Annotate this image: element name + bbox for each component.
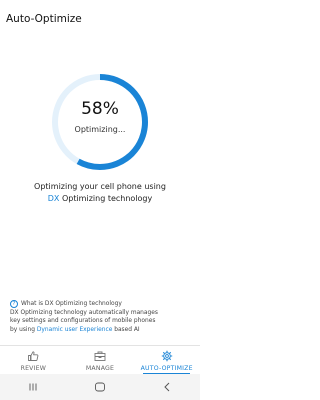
info-dynamic-link[interactable]: Dynamic user Experience bbox=[37, 327, 112, 333]
tab-review-label: REVIEW bbox=[20, 365, 47, 372]
optimizing-message: Optimizing your cell phone using DX Opti… bbox=[0, 181, 200, 205]
info-line-1: DX Optimizing technology automatically m… bbox=[10, 309, 158, 316]
info-body: DX Optimizing technology automatically m… bbox=[10, 309, 192, 335]
recents-button[interactable] bbox=[23, 380, 43, 394]
message-dx-highlight: DX bbox=[47, 194, 60, 203]
back-icon bbox=[163, 382, 169, 392]
system-nav-bar bbox=[0, 374, 200, 400]
page-title: Auto-Optimize bbox=[6, 13, 82, 25]
info-title: What is DX Optimizing technology bbox=[21, 301, 122, 307]
info-line-3-pre: by using bbox=[10, 326, 37, 333]
info-section: ? What is DX Optimizing technology DX Op… bbox=[10, 300, 192, 334]
recents-icon bbox=[29, 383, 37, 391]
bottom-tab-bar: REVIEW MANAGE AUTO-OPTIMIZE bbox=[0, 345, 200, 375]
message-line-2: DX Optimizing technology bbox=[0, 193, 200, 205]
info-title-row[interactable]: ? What is DX Optimizing technology bbox=[10, 300, 192, 309]
optimize-progress-gauge: 58% Optimizing... bbox=[48, 70, 152, 174]
back-button[interactable] bbox=[157, 380, 177, 394]
progress-percent: 58% bbox=[81, 99, 119, 119]
info-line-3: by using Dynamic user Experience based A… bbox=[10, 326, 192, 335]
tab-manage-label: MANAGE bbox=[85, 365, 115, 372]
tab-manage[interactable]: MANAGE bbox=[67, 346, 134, 374]
tab-auto-optimize-label: AUTO-OPTIMIZE bbox=[140, 365, 193, 372]
info-line-3-post: based AI bbox=[112, 326, 140, 333]
message-line-2-rest: Optimizing technology bbox=[59, 194, 153, 203]
home-button[interactable] bbox=[90, 380, 110, 394]
info-line-2: key settings and configurations of mobil… bbox=[10, 318, 156, 325]
tab-review[interactable]: REVIEW bbox=[0, 346, 67, 374]
tab-auto-optimize[interactable]: AUTO-OPTIMIZE bbox=[133, 346, 200, 375]
question-icon: ? bbox=[10, 300, 18, 309]
toolbox-icon bbox=[94, 351, 106, 361]
gear-icon bbox=[161, 350, 172, 362]
message-line-1: Optimizing your cell phone using bbox=[34, 182, 166, 191]
home-icon bbox=[95, 382, 105, 392]
thumbs-up-icon bbox=[28, 351, 39, 361]
progress-status: Optimizing... bbox=[74, 125, 126, 134]
